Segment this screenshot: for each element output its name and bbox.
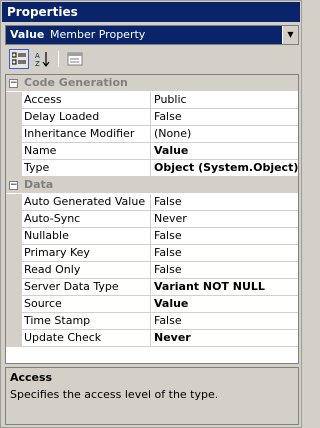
selected-object-name: Value (10, 28, 45, 41)
row-gutter (6, 194, 22, 211)
description-panel: Access Specifies the access level of the… (5, 367, 299, 425)
row-gutter (6, 296, 22, 313)
property-name[interactable]: Auto-Sync (22, 211, 151, 228)
property-row[interactable]: Read Only False (6, 262, 298, 279)
property-row[interactable]: Time Stamp False (6, 313, 298, 330)
property-name[interactable]: Update Check (22, 330, 151, 347)
property-value[interactable]: Value (151, 143, 298, 160)
svg-text:Z: Z (35, 60, 40, 67)
collapse-icon[interactable]: − (9, 79, 18, 88)
property-pages-icon (67, 52, 83, 66)
property-grid: − Code Generation Access Public Delay Loaded… (5, 74, 299, 364)
property-row[interactable]: Access Public (6, 92, 298, 109)
toolbar-separator (58, 51, 59, 67)
properties-window: Properties Value Member Property ▼ A Z −… (0, 0, 302, 428)
row-gutter (6, 126, 22, 143)
property-name[interactable]: Type (22, 160, 151, 177)
property-row[interactable]: Auto Generated Value False (6, 194, 298, 211)
sort-alphabetical-icon: A Z (35, 52, 50, 67)
property-row[interactable]: Type Object (System.Object) (6, 160, 298, 177)
row-gutter (6, 160, 22, 177)
description-text: Specifies the access level of the type. (10, 388, 219, 401)
row-gutter (6, 262, 22, 279)
property-value[interactable]: False (151, 109, 298, 126)
property-value[interactable]: Object (System.Object) (151, 160, 298, 177)
dropdown-arrow-icon[interactable]: ▼ (282, 26, 298, 44)
property-row[interactable]: Inheritance Modifier (None) (6, 126, 298, 143)
row-gutter (6, 279, 22, 296)
property-row[interactable]: Nullable False (6, 228, 298, 245)
property-pages-button[interactable] (65, 49, 85, 69)
category-label: Data (24, 178, 54, 191)
object-selector[interactable]: Value Member Property ▼ (5, 25, 299, 45)
property-name[interactable]: Access (22, 92, 151, 109)
property-value[interactable]: Public (151, 92, 298, 109)
property-name[interactable]: Primary Key (22, 245, 151, 262)
property-name[interactable]: Auto Generated Value (22, 194, 151, 211)
property-value[interactable]: Value (151, 296, 298, 313)
property-row[interactable]: Name Value (6, 143, 298, 160)
svg-text:A: A (35, 52, 40, 60)
property-value[interactable]: False (151, 245, 298, 262)
property-row[interactable]: Primary Key False (6, 245, 298, 262)
property-value[interactable]: False (151, 313, 298, 330)
property-value[interactable]: Variant NOT NULL (151, 279, 298, 296)
property-name[interactable]: Inheritance Modifier (22, 126, 151, 143)
property-value[interactable]: False (151, 194, 298, 211)
row-gutter (6, 109, 22, 126)
property-row[interactable]: Source Value (6, 296, 298, 313)
property-name[interactable]: Server Data Type (22, 279, 151, 296)
window-title: Properties (2, 2, 300, 22)
alphabetical-button[interactable]: A Z (33, 49, 53, 69)
category-header[interactable]: − Data (6, 177, 298, 193)
property-name[interactable]: Source (22, 296, 151, 313)
property-name[interactable]: Nullable (22, 228, 151, 245)
property-name[interactable]: Read Only (22, 262, 151, 279)
property-row[interactable]: Delay Loaded False (6, 109, 298, 126)
row-gutter (6, 330, 22, 347)
selected-object-type: Member Property (50, 28, 146, 41)
property-name[interactable]: Delay Loaded (22, 109, 151, 126)
property-row[interactable]: Auto-Sync Never (6, 211, 298, 228)
row-gutter (6, 228, 22, 245)
property-value[interactable]: Never (151, 211, 298, 228)
property-value[interactable]: False (151, 228, 298, 245)
categorized-button[interactable] (9, 49, 29, 69)
property-value[interactable]: (None) (151, 126, 298, 143)
property-row[interactable]: Server Data Type Variant NOT NULL (6, 279, 298, 296)
property-name[interactable]: Time Stamp (22, 313, 151, 330)
row-gutter (6, 313, 22, 330)
category-label: Code Generation (24, 76, 128, 89)
collapse-icon[interactable]: − (9, 181, 18, 190)
row-gutter (6, 211, 22, 228)
row-gutter (6, 245, 22, 262)
categorized-icon (12, 52, 26, 65)
description-title: Access (10, 371, 53, 384)
property-row[interactable]: Update Check Never (6, 330, 298, 347)
row-gutter (6, 92, 22, 109)
property-value[interactable]: Never (151, 330, 298, 347)
category-header[interactable]: − Code Generation (6, 75, 298, 91)
row-gutter (6, 143, 22, 160)
toolbar: A Z (5, 48, 299, 72)
property-value[interactable]: False (151, 262, 298, 279)
property-name[interactable]: Name (22, 143, 151, 160)
